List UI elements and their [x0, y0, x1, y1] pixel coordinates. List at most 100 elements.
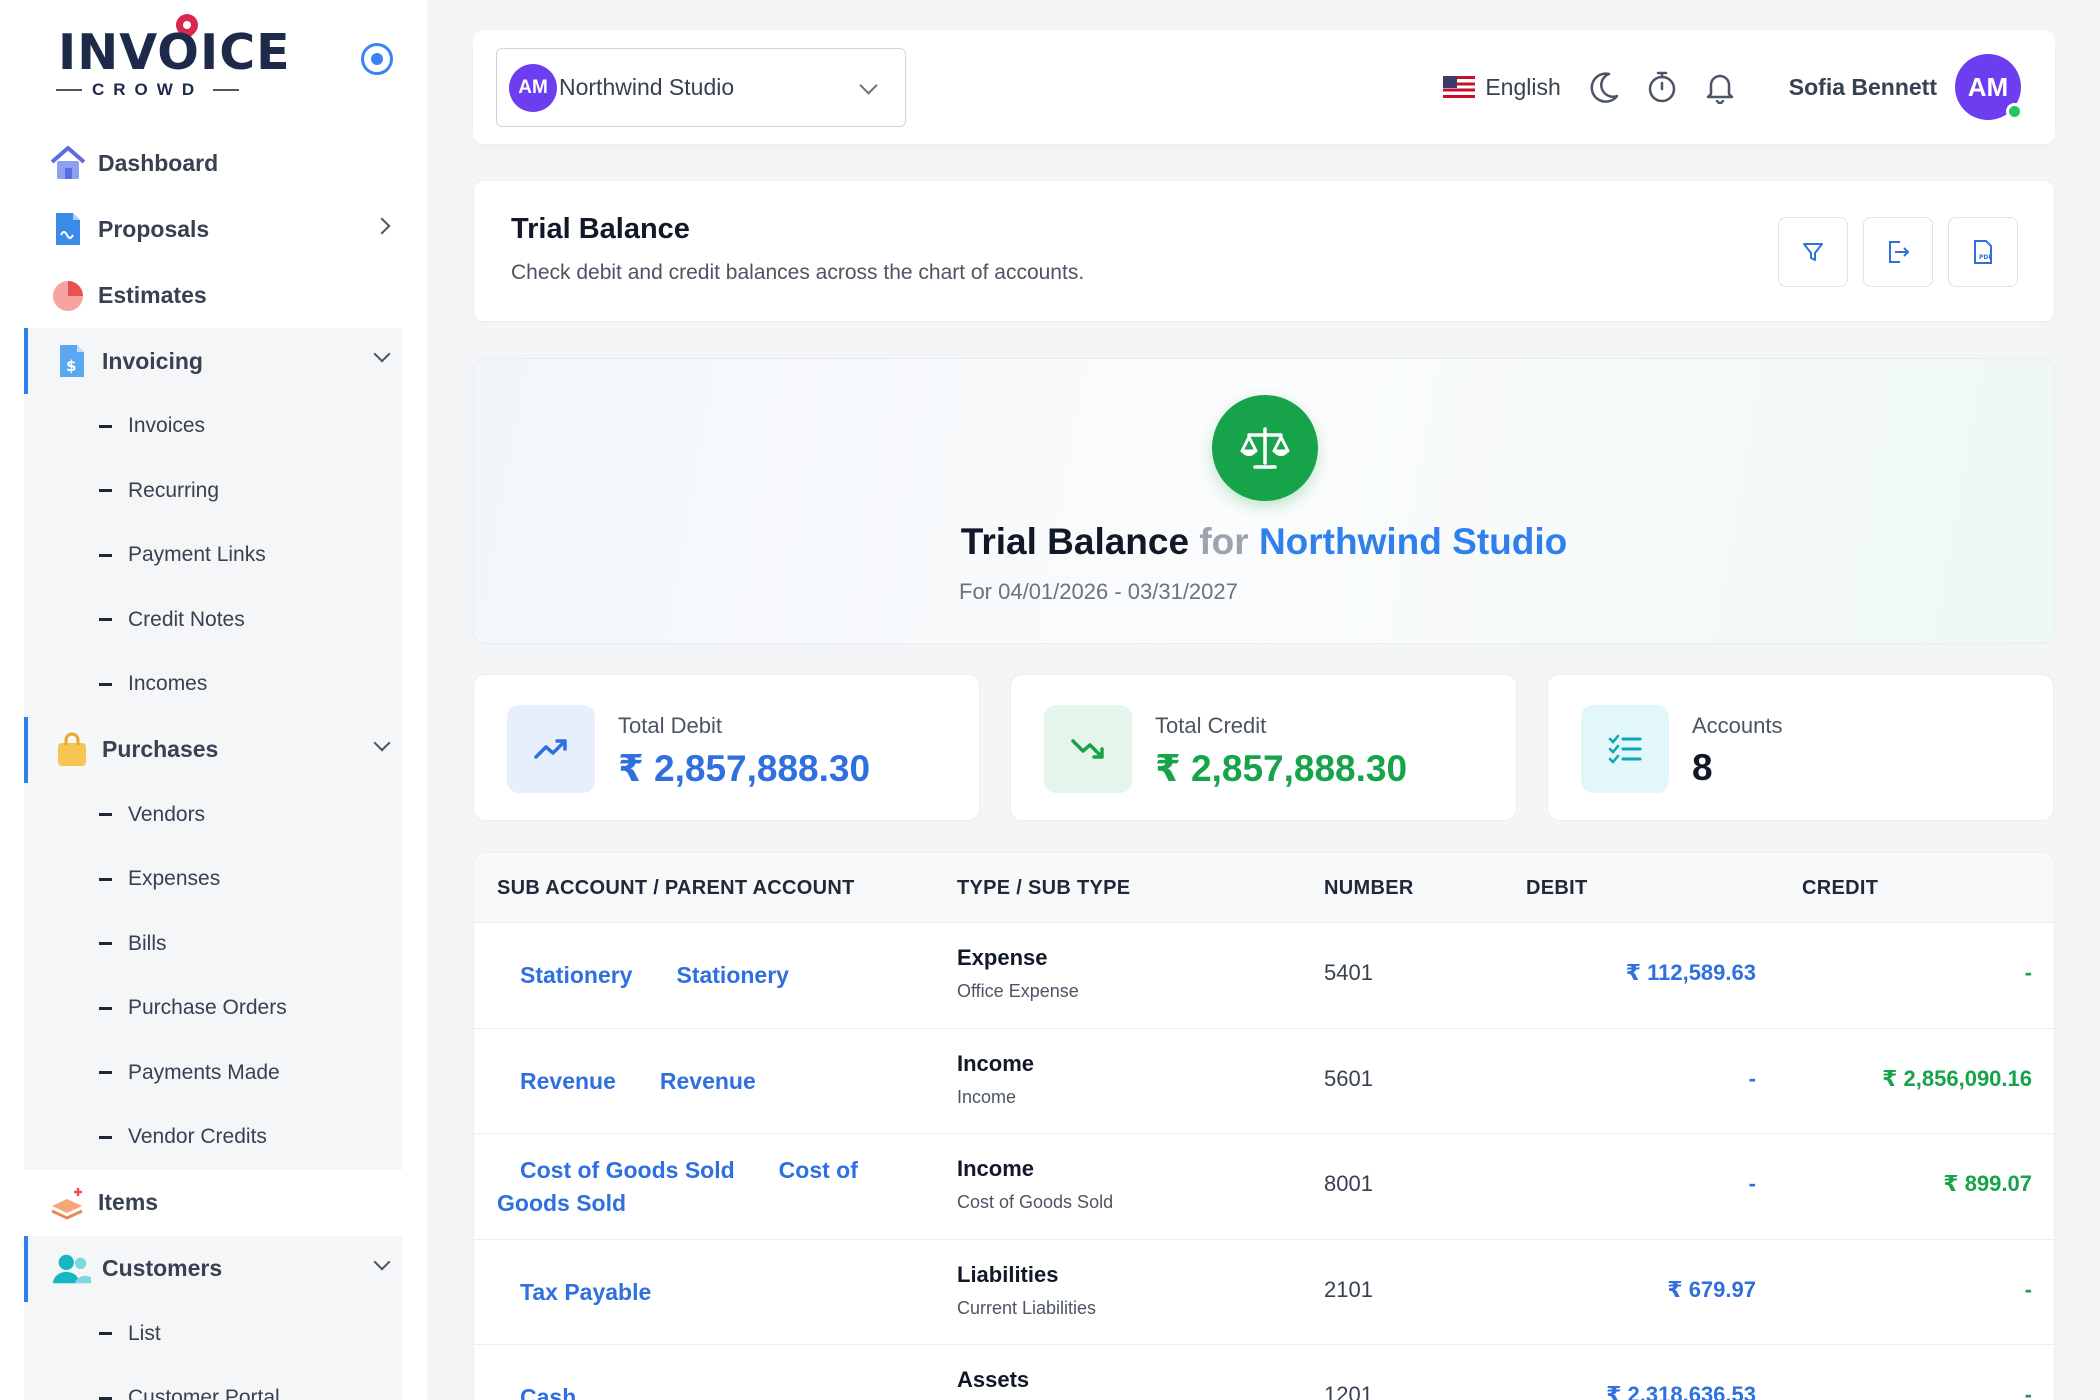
- chevron-down-icon: [373, 734, 391, 751]
- export-button[interactable]: [1863, 217, 1933, 287]
- organization-select[interactable]: AM Northwind Studio: [496, 48, 906, 127]
- stack-plus-icon: [48, 1183, 88, 1223]
- col-account[interactable]: SUB ACCOUNT / PARENT ACCOUNT: [497, 877, 855, 900]
- sidebar-subitem-vendors[interactable]: Vendors: [24, 783, 402, 848]
- bell-icon[interactable]: [1703, 70, 1737, 104]
- table-row: Stationery Stationery Expense Office Expen…: [474, 923, 2054, 1029]
- stat-label: Total Credit: [1155, 713, 1267, 738]
- sidebar-item-purchases[interactable]: Purchases: [24, 716, 402, 783]
- moon-icon[interactable]: [1587, 70, 1621, 104]
- users-icon: [52, 1249, 92, 1289]
- sub-account-link[interactable]: Stationery: [520, 962, 632, 988]
- stat-label: Total Debit: [618, 713, 722, 738]
- export-icon: [1889, 241, 1910, 263]
- sidebar-item-label: Customers: [102, 1255, 223, 1281]
- timer-icon[interactable]: [1645, 70, 1679, 104]
- col-debit[interactable]: DEBIT: [1526, 877, 1588, 900]
- col-type[interactable]: TYPE / SUB TYPE: [957, 877, 1130, 900]
- hero-period: For 04/01/2026 - 03/31/2027: [959, 579, 1238, 604]
- sidebar-item-dashboard[interactable]: Dashboard: [24, 130, 402, 196]
- table-row: Cost of Goods Sold Cost of Goods Sold Inc…: [474, 1134, 2054, 1240]
- page-subtitle: Check debit and credit balances across t…: [511, 261, 1085, 284]
- sidebar-item-customers[interactable]: Customers: [24, 1235, 402, 1302]
- total-credit-card: Total Credit ₹ 2,857,888.30: [1010, 674, 1517, 821]
- sidebar-subitem-payments-made[interactable]: Payments Made: [24, 1041, 402, 1106]
- sidebar-subitem-credit-notes[interactable]: Credit Notes: [24, 588, 402, 653]
- sidebar-item-items[interactable]: Items: [24, 1170, 402, 1236]
- invoice-doc-icon: $: [52, 341, 92, 381]
- svg-text:$: $: [66, 357, 76, 375]
- sidebar-item-label: Items: [98, 1189, 159, 1215]
- accounts-count: 8: [1692, 747, 1713, 788]
- language-selector[interactable]: English: [1485, 74, 1560, 101]
- sidebar-subitem-payment-links[interactable]: Payment Links: [24, 523, 402, 588]
- sub-account-link[interactable]: Tax Payable: [520, 1279, 651, 1305]
- list-check-icon: [1581, 705, 1669, 793]
- user-avatar[interactable]: AM: [1955, 54, 2023, 120]
- sub-account-link[interactable]: Cash: [520, 1384, 576, 1400]
- sidebar-subitem-list[interactable]: List: [24, 1302, 402, 1367]
- sub-account-link[interactable]: Revenue: [520, 1068, 616, 1094]
- trending-down-icon: [1044, 705, 1132, 793]
- org-avatar: AM: [509, 63, 557, 112]
- sidebar-subitem-customer-portal[interactable]: Customer Portal: [24, 1366, 402, 1400]
- pdf-button[interactable]: PDF: [1948, 217, 2018, 287]
- sidebar-item-label: Estimates: [98, 281, 207, 308]
- table-row: Cash Assets 1201 ₹ 2,318,636.53 -: [474, 1345, 2054, 1400]
- table-header: SUB ACCOUNT / PARENT ACCOUNT TYPE / SUB …: [474, 853, 2054, 923]
- us-flag-icon: [1443, 76, 1476, 98]
- trial-balance-hero: Trial Balance for Northwind Studio For 0…: [473, 358, 2055, 644]
- pie-chart-icon: [48, 275, 88, 315]
- filter-button[interactable]: [1778, 217, 1848, 287]
- total-debit-value: ₹ 2,857,888.30: [618, 748, 871, 789]
- sidebar-subitem-expenses[interactable]: Expenses: [24, 847, 402, 912]
- sidebar: INVOICE CROWD Dashboard Proposals Estima…: [0, 0, 427, 1400]
- total-credit-value: ₹ 2,857,888.30: [1155, 748, 1408, 789]
- logo-sub: CROWD: [92, 80, 204, 99]
- table-row: Revenue Revenue Income Income 5601 - ₹ 2,8…: [474, 1029, 2054, 1134]
- invoicing-group: $ Invoicing Invoices Recurring Payment L…: [24, 328, 402, 717]
- hero-title: Trial Balance for Northwind Studio: [960, 521, 1568, 562]
- org-name: Northwind Studio: [559, 74, 735, 100]
- logo-word: INVOICE: [58, 24, 291, 81]
- sidebar-item-estimates[interactable]: Estimates: [24, 262, 402, 328]
- sidebar-nav: Dashboard Proposals Estimates $ Invoicin…: [24, 130, 402, 1400]
- sub-account-link[interactable]: Cost of Goods Sold: [520, 1157, 735, 1183]
- home-icon: [48, 143, 88, 183]
- chevron-right-icon: [373, 217, 391, 235]
- sidebar-subitem-bills[interactable]: Bills: [24, 912, 402, 977]
- page-title-card: Trial Balance Check debit and credit bal…: [473, 180, 2055, 322]
- col-credit[interactable]: CREDIT: [1802, 877, 1878, 900]
- accounts-card: Accounts 8: [1547, 674, 2054, 821]
- sidebar-item-proposals[interactable]: Proposals: [24, 196, 402, 262]
- sidebar-subitem-vendor-credits[interactable]: Vendor Credits: [24, 1105, 402, 1170]
- shopping-bag-icon: [52, 730, 92, 770]
- user-name[interactable]: Sofia Bennett: [1789, 74, 1937, 101]
- stat-label: Accounts: [1692, 713, 1783, 738]
- svg-text:PDF: PDF: [1979, 254, 1992, 261]
- sidebar-subitem-invoices[interactable]: Invoices: [24, 394, 402, 459]
- trending-up-icon: [507, 705, 595, 793]
- invoice-crowd-logo[interactable]: INVOICE CROWD: [56, 9, 290, 104]
- total-debit-card: Total Debit ₹ 2,857,888.30: [473, 674, 980, 821]
- online-status-dot: [2006, 103, 2023, 120]
- customers-group: Customers List Customer Portal: [24, 1235, 402, 1400]
- sidebar-subitem-recurring[interactable]: Recurring: [24, 459, 402, 524]
- sidebar-subitem-incomes[interactable]: Incomes: [24, 652, 402, 717]
- sidebar-subitem-purchase-orders[interactable]: Purchase Orders: [24, 976, 402, 1041]
- chevron-down-icon: [859, 76, 878, 95]
- top-header: AM Northwind Studio English Sofia Bennet…: [473, 30, 2055, 144]
- chevron-down-icon: [373, 345, 391, 363]
- parent-account-link[interactable]: Stationery: [676, 962, 788, 988]
- table-row: Tax Payable Liabilities Current Liabiliti…: [474, 1240, 2054, 1345]
- proposal-doc-icon: [48, 209, 88, 249]
- parent-account-link[interactable]: Revenue: [660, 1068, 756, 1094]
- chevron-down-icon: [373, 1253, 391, 1270]
- sidebar-toggle-button[interactable]: [361, 43, 393, 75]
- scale-icon: [1212, 395, 1318, 501]
- filter-icon: [1803, 243, 1823, 261]
- sidebar-item-invoicing[interactable]: $ Invoicing: [24, 328, 402, 394]
- pdf-icon: PDF: [1974, 240, 1992, 264]
- purchases-group: Purchases Vendors Expenses Bills Purchas…: [24, 716, 402, 1170]
- col-number[interactable]: NUMBER: [1324, 877, 1414, 900]
